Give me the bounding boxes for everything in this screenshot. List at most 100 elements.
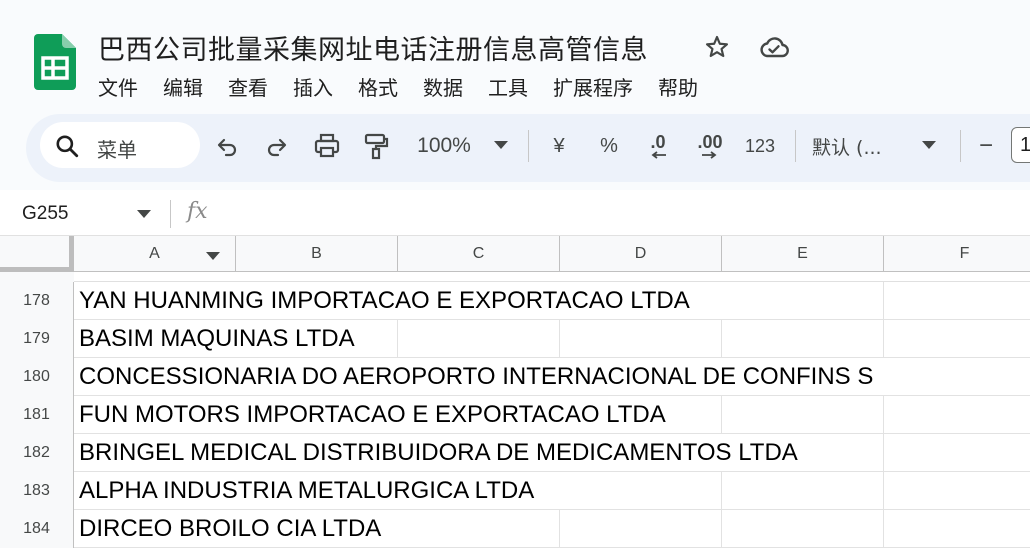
undo-button[interactable]: [212, 128, 242, 164]
redo-button[interactable]: [262, 128, 292, 164]
column-header-d[interactable]: D: [560, 236, 722, 272]
table-row: 179 BASIM MAQUINAS LTDA: [0, 320, 1030, 358]
menu-help[interactable]: 帮助: [658, 72, 698, 101]
menu-format[interactable]: 格式: [358, 72, 398, 101]
number-format-button[interactable]: 123: [742, 128, 778, 164]
document-title[interactable]: 巴西公司批量采集网址电话注册信息高管信息: [98, 28, 648, 67]
decrease-decimal-label: .0: [650, 132, 666, 152]
row-header[interactable]: 182: [0, 434, 74, 472]
cell-a[interactable]: YAN HUANMING IMPORTACAO E EXPORTACAO LTD…: [79, 282, 690, 320]
font-size-value: 1: [1020, 134, 1030, 156]
cell-border: [883, 434, 884, 472]
menu-search-box[interactable]: 菜单: [40, 122, 200, 168]
menu-bar: 文件 编辑 查看 插入 格式 数据 工具 扩展程序 帮助: [98, 72, 723, 101]
cell-a[interactable]: ALPHA INDUSTRIA METALURGICA LTDA: [79, 472, 534, 510]
arrow-left-icon: [651, 151, 666, 159]
sheets-logo-icon[interactable]: [34, 34, 76, 90]
cell-a[interactable]: CONCESSIONARIA DO AEROPORTO INTERNACIONA…: [79, 358, 873, 396]
zoom-chevron-down-icon[interactable]: [494, 141, 508, 149]
percent-label: %: [600, 134, 618, 157]
increase-decimal-button[interactable]: .00: [692, 128, 728, 164]
frozen-row-divider[interactable]: [74, 272, 1030, 282]
minus-icon: −: [978, 132, 993, 159]
menu-tools[interactable]: 工具: [488, 72, 528, 101]
paint-format-button[interactable]: [361, 128, 391, 164]
menu-view[interactable]: 查看: [228, 72, 268, 101]
font-family-select[interactable]: 默认 (...: [812, 128, 898, 164]
table-row: 183 ALPHA INDUSTRIA METALURGICA LTDA: [0, 472, 1030, 510]
font-family-value: 默认 (...: [812, 136, 882, 159]
cell-border: [721, 396, 722, 434]
print-button[interactable]: [311, 128, 343, 164]
name-box-chevron-down-icon[interactable]: [137, 210, 151, 218]
table-row: 178 YAN HUANMING IMPORTACAO E EXPORTACAO…: [0, 282, 1030, 320]
cell-border: [721, 510, 722, 548]
menu-insert[interactable]: 插入: [293, 72, 333, 101]
column-label: D: [634, 245, 647, 262]
percent-format-button[interactable]: %: [595, 128, 623, 164]
currency-format-button[interactable]: ¥: [545, 128, 573, 164]
cell-a[interactable]: FUN MOTORS IMPORTACAO E EXPORTACAO LTDA: [79, 396, 666, 434]
print-icon: [314, 133, 340, 158]
table-row: 184 DIRCEO BROILO CIA LTDA: [0, 510, 1030, 548]
number-format-label: 123: [744, 135, 776, 156]
paint-format-icon: [364, 133, 389, 160]
increase-decimal-label: .00: [697, 132, 723, 152]
row-header[interactable]: 179: [0, 320, 74, 358]
cell-border: [883, 282, 884, 320]
table-row: 181 FUN MOTORS IMPORTACAO E EXPORTACAO L…: [0, 396, 1030, 434]
menu-edit[interactable]: 编辑: [163, 72, 203, 101]
cell-border: [559, 320, 560, 358]
fx-icon: fx: [187, 199, 208, 224]
menu-data[interactable]: 数据: [423, 72, 463, 101]
table-row: 182 BRINGEL MEDICAL DISTRIBUIDORA DE MED…: [0, 434, 1030, 472]
column-header-c[interactable]: C: [398, 236, 560, 272]
cell-a[interactable]: BASIM MAQUINAS LTDA: [79, 320, 355, 358]
column-header-row: A B C D E F: [0, 236, 1030, 272]
zoom-value: 100%: [417, 134, 471, 157]
formula-divider: [170, 200, 171, 228]
row-header[interactable]: 183: [0, 472, 74, 510]
cell-border: [883, 472, 884, 510]
column-header-e[interactable]: E: [722, 236, 884, 272]
font-size-decrease-button[interactable]: −: [974, 128, 998, 164]
select-all-corner[interactable]: [0, 236, 74, 272]
column-header-f[interactable]: F: [884, 236, 1030, 272]
cell-border: [883, 396, 884, 434]
font-chevron-down-icon[interactable]: [922, 141, 936, 149]
font-size-input[interactable]: 1: [1011, 127, 1030, 163]
row-header[interactable]: 178: [0, 282, 74, 320]
decrease-decimal-button[interactable]: .0: [640, 128, 676, 164]
currency-label: ¥: [553, 134, 565, 157]
toolbar-divider: [528, 130, 529, 162]
cell-border: [559, 510, 560, 548]
name-box[interactable]: G255: [22, 203, 68, 225]
undo-icon: [217, 138, 237, 157]
row-header[interactable]: 181: [0, 396, 74, 434]
row-header[interactable]: 180: [0, 358, 74, 396]
toolbar-divider: [795, 130, 796, 162]
column-a-chevron-down-icon[interactable]: [206, 252, 220, 260]
column-label: C: [472, 245, 485, 262]
cell-border: [397, 320, 398, 358]
zoom-select[interactable]: 100%: [410, 128, 478, 164]
cell-border: [883, 320, 884, 358]
cloud-saved-icon[interactable]: [758, 35, 790, 61]
formula-bar: [0, 190, 1030, 236]
column-label: A: [149, 245, 160, 262]
column-label: E: [797, 245, 808, 262]
cell-border: [721, 472, 722, 510]
redo-icon: [267, 138, 287, 157]
column-header-b[interactable]: B: [236, 236, 398, 272]
cell-a[interactable]: BRINGEL MEDICAL DISTRIBUIDORA DE MEDICAM…: [79, 434, 798, 472]
table-row: 180 CONCESSIONARIA DO AEROPORTO INTERNAC…: [0, 358, 1030, 396]
cell-border: [883, 510, 884, 548]
menu-extensions[interactable]: 扩展程序: [553, 72, 633, 101]
toolbar-divider: [960, 130, 961, 162]
arrow-right-icon: [702, 151, 717, 159]
cell-a[interactable]: DIRCEO BROILO CIA LTDA: [79, 510, 381, 548]
star-icon[interactable]: [704, 34, 730, 60]
menu-file[interactable]: 文件: [98, 72, 138, 101]
row-header[interactable]: 184: [0, 510, 74, 548]
search-label: 菜单: [97, 138, 137, 162]
